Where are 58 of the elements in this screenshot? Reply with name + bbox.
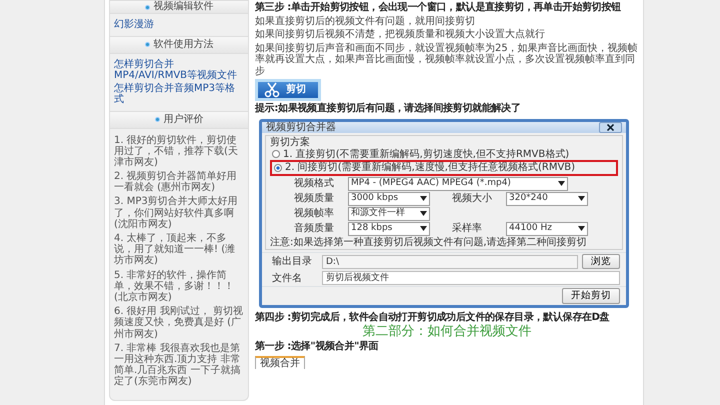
tab[interactable]: 视频合并 bbox=[255, 356, 305, 370]
review-text: 2. 视频剪切合并器简单好用一看就会 (惠州市网友) bbox=[113, 170, 238, 194]
bullet-icon bbox=[154, 117, 160, 122]
step-text: 第一步 :选择"视频合并"界面 bbox=[255, 341, 380, 353]
dropdown[interactable]: 320*240 bbox=[506, 192, 588, 206]
step-text: 第三步 :单击开始剪切按钮，会出现一个窗口，默认是直接剪切，再单击开始剪切按钮 bbox=[255, 2, 622, 14]
field-label: 视频大小 bbox=[452, 192, 493, 204]
section-heading: 第二部分：如何合并视频文件 bbox=[362, 325, 532, 340]
start-button[interactable]: 开始剪切 bbox=[562, 288, 620, 304]
field-label: 视频质量 bbox=[294, 192, 335, 204]
paragraph: 如果直接剪切后的视频文件有问题，就用间接剪切 bbox=[255, 16, 476, 27]
scissors-icon bbox=[264, 82, 280, 98]
browse-button[interactable]: 浏览 bbox=[582, 254, 620, 270]
review-text: 1. 很好的剪切软件，剪切使用过了，不错，推荐下载(天津市网友) bbox=[113, 134, 239, 170]
review-text: 7. 非常棒 我很喜欢我也是第一用这种东西.顶力支持 非常简单.几百兆东西 一下子就搞定了(东莞市网友) bbox=[113, 342, 242, 388]
section-title: 视频编辑软件 bbox=[154, 1, 214, 13]
dropdown[interactable]: 和源文件一样 bbox=[348, 206, 430, 220]
input-field[interactable]: 剪切后视频文件 bbox=[322, 271, 620, 286]
radio-option[interactable]: 1. 直接剪切(不需要重新编解码,剪切速度快,但不支持RMVB格式) bbox=[270, 148, 618, 160]
dropdown[interactable]: 3000 kbps bbox=[348, 192, 430, 206]
radio-option[interactable]: 2. 间接剪切(需要重新编解码,速度慢,但支持任意视频格式(RMVB) bbox=[270, 160, 618, 176]
paragraph: 如果间接剪切后视频不清楚，把视频质量和视频大小设置大点就行 bbox=[255, 29, 546, 40]
field-label: 视频帧率 bbox=[294, 208, 335, 220]
bullet-icon bbox=[144, 4, 150, 10]
close-button[interactable] bbox=[599, 122, 622, 133]
note-text: 注意:如果选择第一种直接剪切后视频文件有问题,请选择第二种间接剪切 bbox=[270, 236, 588, 248]
dropdown[interactable]: 44100 Hz bbox=[506, 222, 588, 236]
caret-icon bbox=[420, 211, 427, 216]
window-title: 视频剪切合并器 bbox=[266, 122, 336, 133]
field-label: 音频质量 bbox=[294, 222, 335, 234]
group-label: 剪切方案 bbox=[270, 137, 311, 148]
input-field[interactable]: D:\ bbox=[322, 254, 578, 269]
bullet-icon bbox=[144, 42, 150, 47]
paragraph: 如果间接剪切后声音和画面不同步，就设置视频帧率为25，如果声音比画面快，视频帧率就再设置大点，如果声音比画面慢，视频帧率就设置小点，多次设置视频帧率直到同步 bbox=[255, 42, 639, 77]
sidebar-link[interactable]: 幻影漫游 bbox=[114, 19, 244, 30]
field-label: 视频格式 bbox=[294, 178, 335, 190]
field-label: 采样率 bbox=[452, 222, 483, 234]
field-label: 文件名 bbox=[272, 272, 303, 284]
caret-icon bbox=[420, 226, 427, 231]
caret-icon bbox=[578, 196, 585, 201]
section-title: 软件使用方法 bbox=[154, 38, 214, 50]
caret-icon bbox=[558, 181, 565, 186]
close-icon bbox=[607, 124, 614, 131]
review-text: 4. 太棒了，顶起来，不多说，用了就知道一一棒! (潍坊市网友) bbox=[113, 232, 236, 268]
sidebar-link[interactable]: 怎样剪切合并MP4/AVI/RMVB等视频文件 bbox=[114, 58, 244, 82]
dropdown[interactable]: MP4 - (MPEG4 AAC) MPEG4 (*.mp4) bbox=[348, 176, 568, 190]
step-text: 提示:如果视频直接剪切后有问题，请选择间接剪切就能解决了 bbox=[255, 103, 522, 114]
review-text: 3. MP3剪切合并大师太好用了，你们网站好软件真多啊 (沈阳市网友) bbox=[113, 194, 239, 231]
review-text: 6. 很好用 我刚试过， 剪切视频速度又快，免费真是好 (广州市网友) bbox=[113, 304, 244, 341]
cut-button[interactable]: 剪切 bbox=[255, 79, 321, 101]
caret-icon bbox=[578, 226, 585, 231]
step-text: 第四步 :剪切完成后，软件会自动打开剪切成功后文件的保存目录，默认保存在D盘 bbox=[255, 312, 610, 324]
sidebar-link[interactable]: 怎样剪切合并音频MP3等格式 bbox=[114, 82, 244, 106]
section-title: 用户评价 bbox=[164, 114, 204, 126]
field-label: 输出目录 bbox=[272, 256, 313, 268]
review-text: 5. 非常好的软件，操作简单，效果不错，多谢！！！ (北京市网友) bbox=[113, 268, 235, 304]
caret-icon bbox=[420, 196, 427, 201]
dropdown[interactable]: 128 kbps bbox=[348, 222, 430, 236]
